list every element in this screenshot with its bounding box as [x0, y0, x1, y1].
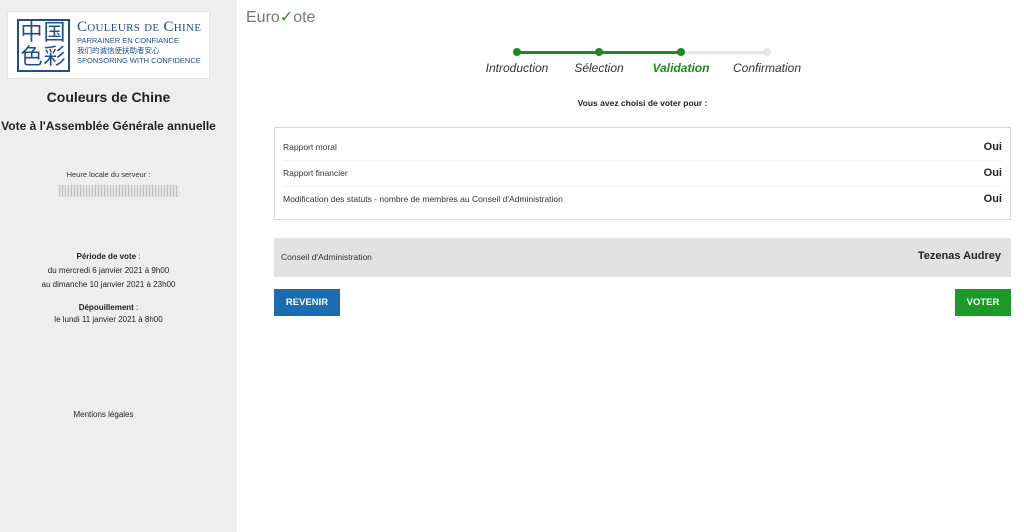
- voting-period-end: au dimanche 10 janvier 2021 à 23h00: [41, 280, 176, 289]
- council-candidate: Tezenas Audrey: [917, 250, 1001, 262]
- logo-tagline-cn: 我们的诚信使扶助者安心: [77, 46, 160, 55]
- back-button[interactable]: Revenir: [274, 289, 340, 316]
- vote-counting-sep: :: [133, 303, 139, 312]
- vote-button[interactable]: Voter: [955, 289, 1011, 316]
- resolution-label: Rapport financier: [283, 168, 348, 178]
- organization-name: Couleurs de Chine: [46, 89, 171, 105]
- voting-period-sep: :: [136, 252, 141, 261]
- resolution-row: Rapport moral Oui: [283, 135, 1002, 161]
- resolution-answer: Oui: [983, 167, 1002, 179]
- voting-period-label: Période de vote: [76, 252, 137, 261]
- council-label: Conseil d'Administration: [281, 252, 372, 262]
- resolution-label: Modification des statuts - nombre de mem…: [283, 194, 563, 204]
- logo-title: Couleurs de Chine: [77, 19, 202, 35]
- voting-period: Période de vote : du mercredi 6 janvier …: [0, 250, 217, 292]
- brand-suffix: ote: [293, 9, 316, 26]
- step-selection: Sélection: [574, 61, 624, 75]
- brand-prefix: Euro: [246, 9, 280, 26]
- step-validation: Validation: [652, 61, 710, 75]
- vote-counting-label: Dépouillement: [78, 303, 134, 312]
- vote-counting: Dépouillement : le lundi 11 janvier 2021…: [0, 302, 217, 326]
- resolution-label: Rapport moral: [283, 142, 337, 152]
- organization-logo: 中国色彩 Couleurs de Chine PARRAINER EN CONF…: [7, 11, 210, 79]
- vote-title: Vote à l'Assemblée Générale annuelle: [1, 119, 216, 133]
- vote-counting-date: le lundi 11 janvier 2021 à 8h00: [54, 315, 163, 324]
- sidebar: 中国色彩 Couleurs de Chine PARRAINER EN CONF…: [0, 0, 237, 532]
- step-dot-validation: [677, 48, 685, 56]
- logo-tagline-fr: PARRAINER EN CONFIANCE: [77, 36, 179, 45]
- resolution-answer: Oui: [983, 141, 1002, 153]
- resolutions-panel: Rapport moral Oui Rapport financier Oui …: [274, 127, 1011, 220]
- logo-text: Couleurs de Chine PARRAINER EN CONFIANCE…: [77, 19, 209, 66]
- council-election-row: Conseil d'Administration Tezenas Audrey: [274, 238, 1011, 277]
- legal-notice-link[interactable]: Mentions légales: [0, 410, 207, 419]
- step-confirmation: Confirmation: [732, 61, 802, 75]
- step-introduction: Introduction: [485, 61, 549, 75]
- step-dot-selection: [595, 48, 603, 56]
- progress-stepper: Introduction Sélection Validation Confir…: [470, 44, 820, 84]
- resolution-row: Rapport financier Oui: [283, 161, 1002, 187]
- vote-summary-heading: Vous avez choisi de voter pour :: [577, 98, 708, 108]
- resolution-row: Modification des statuts - nombre de mem…: [283, 187, 1002, 213]
- eurovote-logo: Euro✓ote: [246, 7, 315, 27]
- server-clock-value-blurred: [59, 185, 179, 197]
- step-dot-introduction: [513, 48, 521, 56]
- logo-chinese-mark: 中国色彩: [17, 19, 70, 72]
- resolution-answer: Oui: [983, 193, 1002, 205]
- voting-period-start: du mercredi 6 janvier 2021 à 9h00: [47, 266, 170, 275]
- step-dot-confirmation: [763, 48, 771, 56]
- server-clock-label: Heure locale du serveur :: [66, 170, 151, 179]
- check-icon: ✓: [279, 9, 294, 26]
- stepper-line-remaining: [681, 51, 767, 54]
- logo-tagline-en: SPONSORING WITH CONFIDENCE: [77, 56, 201, 65]
